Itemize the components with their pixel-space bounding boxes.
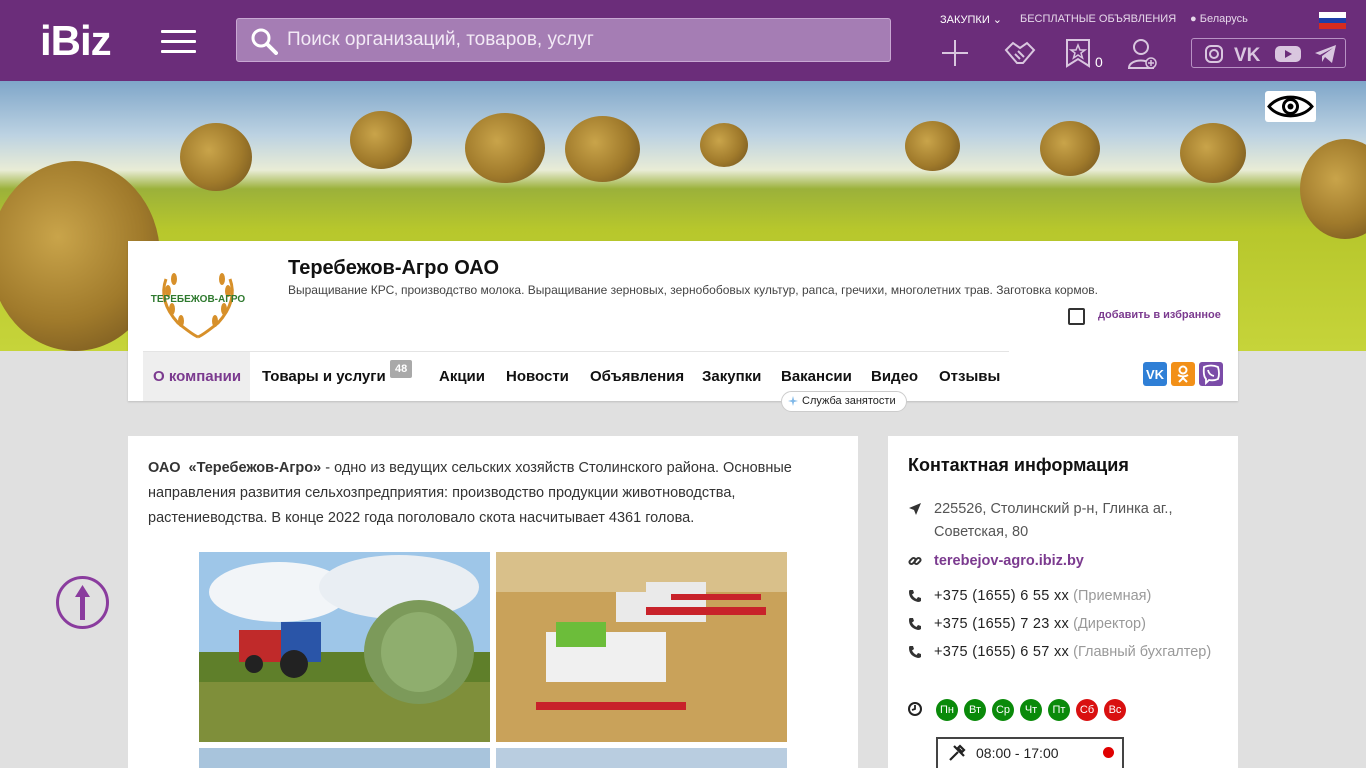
free-ads-link[interactable]: БЕСПЛАТНЫЕ ОБЪЯВЛЕНИЯ [1020, 13, 1176, 25]
phone-number[interactable]: +375 (1655) 7 23 xx [934, 616, 1069, 632]
company-card: ТЕРЕБЕЖОВ-АГРО Теребежов-Агро ОАО Выращи… [128, 241, 1238, 412]
svg-text:VK: VK [1234, 45, 1261, 64]
hay-bale [565, 116, 640, 182]
tab-reviews[interactable]: Отзывы [939, 352, 1000, 401]
photo-combine-harvesters[interactable] [496, 552, 787, 742]
company-logo-text: ТЕРЕБЕЖОВ-АГРО [151, 294, 246, 305]
tab-purchases[interactable]: Закупки [702, 352, 761, 401]
weekday-badge: Пт [1048, 699, 1070, 721]
region-link[interactable]: ● Беларусь [1190, 13, 1248, 25]
photo-row-2-right[interactable] [496, 748, 787, 768]
contact-website: terebejov-agro.ibiz.by [908, 550, 1218, 573]
favorites-icon[interactable] [1065, 38, 1091, 68]
youtube-icon[interactable] [1274, 44, 1302, 64]
phone-number[interactable]: +375 (1655) 6 57 xx [934, 644, 1069, 660]
add-icon[interactable] [940, 38, 970, 68]
company-title: Теребежов-Агро ОАО [288, 257, 500, 279]
weekday-badge: Пн [936, 699, 958, 721]
weekday-badge: Сб [1076, 699, 1098, 721]
menu-icon[interactable] [161, 30, 196, 54]
tab-about[interactable]: О компании [143, 352, 250, 401]
hay-bale [1040, 121, 1100, 176]
contacts-title: Контактная информация [908, 455, 1129, 475]
favorites-count: 0 [1095, 54, 1103, 70]
hay-bale [1180, 123, 1246, 183]
hay-bale [350, 111, 412, 169]
contacts-panel: Контактная информация 225526, Столинский… [888, 436, 1238, 768]
website-link[interactable]: terebejov-agro.ibiz.by [908, 550, 1218, 573]
tab-news[interactable]: Новости [506, 352, 569, 401]
svg-text:VK: VK [1146, 367, 1165, 382]
handshake-icon[interactable] [1003, 38, 1037, 68]
social-links: VK [1191, 38, 1346, 68]
instagram-icon[interactable] [1204, 44, 1224, 64]
hay-bale [180, 123, 252, 191]
weekday-badge: Ср [992, 699, 1014, 721]
about-text: ОАО «Теребежов-Агро» - одно из ведущих с… [148, 460, 792, 526]
about-section: ОАО «Теребежов-Агро» - одно из ведущих с… [128, 436, 858, 768]
contact-phone: +375 (1655) 6 57 xx (Главный бухгалтер) [908, 641, 1218, 664]
phone-icon [909, 618, 921, 630]
weekday-badge: Вт [964, 699, 986, 721]
tab-ads[interactable]: Объявления [590, 352, 684, 401]
link-icon [908, 556, 922, 566]
ok-share-icon[interactable] [1171, 362, 1195, 386]
photo-tractor-bale[interactable] [199, 552, 490, 742]
add-to-favorites-link[interactable]: добавить в избранное [1098, 309, 1221, 321]
favorite-checkbox[interactable] [1068, 308, 1085, 325]
tab-promotions[interactable]: Акции [439, 352, 485, 401]
contact-phone: +375 (1655) 7 23 xx (Директор) [908, 613, 1218, 636]
sparkle-icon [788, 396, 798, 406]
top-bar: iBiz ЗАКУПКИ ⌄ БЕСПЛАТНЫЕ ОБЪЯВЛЕНИЯ ● Б… [0, 0, 1366, 81]
phone-icon [909, 590, 921, 602]
company-description: Выращивание КРС, производство молока. Вы… [288, 283, 1098, 297]
hay-bale [465, 113, 545, 183]
company-logo: ТЕРЕБЕЖОВ-АГРО [151, 273, 246, 339]
hay-bale [1300, 139, 1366, 239]
contact-address: 225526, Столинский р-н, Глинка аг., Сове… [908, 498, 1218, 544]
language-flag-icon[interactable] [1319, 12, 1346, 30]
arrow-up-icon [75, 585, 90, 620]
user-add-icon[interactable] [1128, 38, 1158, 70]
contact-phone: +375 (1655) 6 55 xx (Приемная) [908, 585, 1218, 608]
phone-icon [909, 646, 921, 658]
phone-number[interactable]: +375 (1655) 6 55 xx [934, 588, 1069, 604]
working-hours-box: 08:00 - 17:00 [936, 737, 1124, 768]
location-pin-icon: ● [1190, 13, 1197, 25]
weekday-badge: Вс [1104, 699, 1126, 721]
viber-share-icon[interactable] [1199, 362, 1223, 386]
tools-icon [949, 744, 966, 761]
working-hours: 08:00 - 17:00 [976, 745, 1059, 761]
employment-service-link[interactable]: Служба занятости [781, 391, 907, 412]
hay-bale [905, 121, 960, 171]
status-closed-dot [1103, 747, 1114, 758]
tab-products[interactable]: Товары и услуги [262, 352, 386, 401]
chevron-down-icon: ⌄ [992, 14, 1003, 26]
search-box[interactable] [236, 18, 891, 62]
purchases-link[interactable]: ЗАКУПКИ ⌄ [940, 13, 1002, 26]
accessibility-eye-icon[interactable] [1265, 91, 1316, 122]
search-input[interactable] [287, 19, 877, 61]
vk-share-icon[interactable]: VK [1143, 362, 1167, 386]
location-arrow-icon [909, 503, 921, 515]
scroll-to-top-button[interactable] [56, 576, 109, 629]
search-icon[interactable] [250, 27, 278, 55]
hay-bale [700, 123, 748, 167]
site-logo[interactable]: iBiz [40, 20, 112, 62]
photo-row-2-left[interactable] [199, 748, 490, 768]
weekday-badge: Чт [1020, 699, 1042, 721]
clock-icon [908, 702, 922, 716]
vk-icon[interactable]: VK [1234, 44, 1264, 64]
products-count-badge: 48 [390, 360, 413, 378]
telegram-icon[interactable] [1314, 44, 1338, 64]
